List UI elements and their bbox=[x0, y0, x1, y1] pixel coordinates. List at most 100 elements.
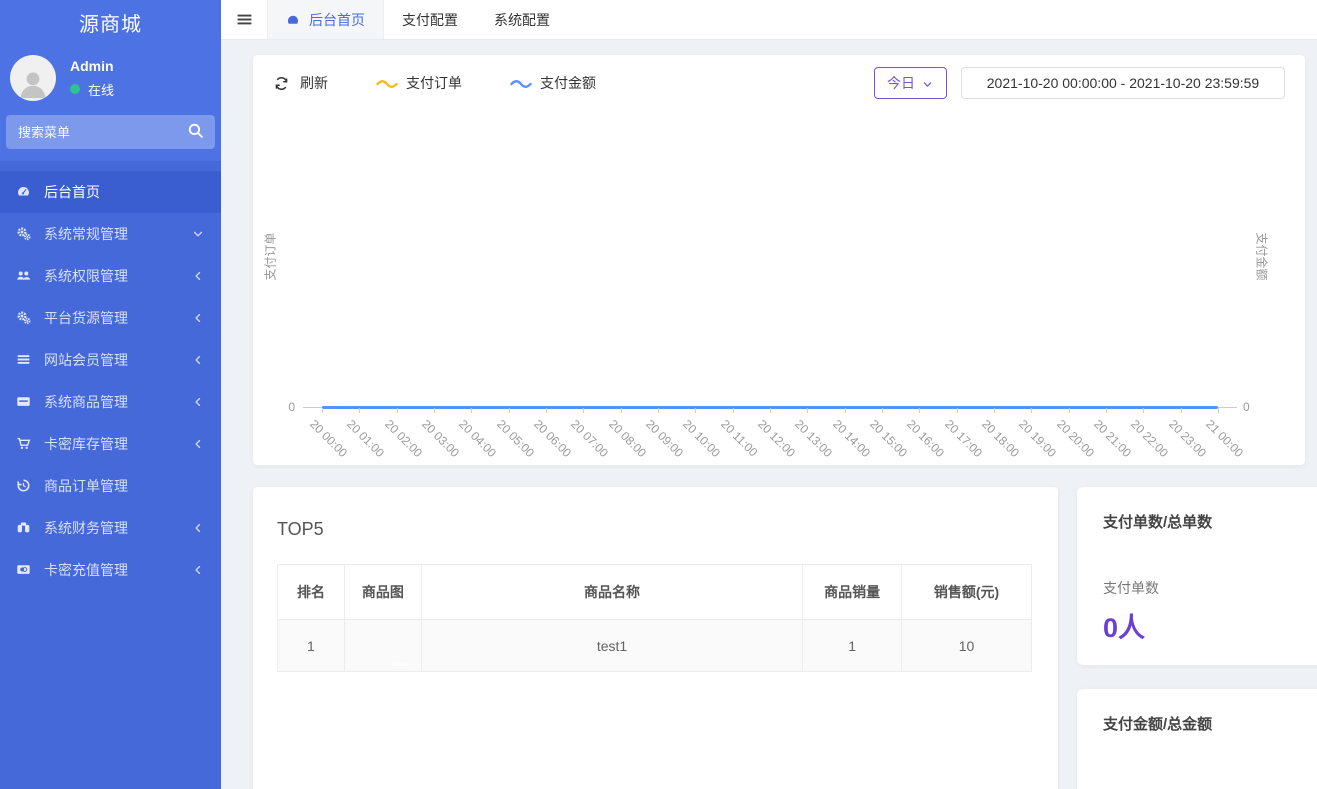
sidebar-item-label: 系统常规管理 bbox=[44, 224, 128, 244]
chevron-down-icon bbox=[192, 227, 205, 240]
search-input[interactable] bbox=[6, 115, 215, 149]
main-content: 刷新 支付订单 支付金额 今日 2021-10-20 00:00:00 - 202… bbox=[221, 40, 1317, 789]
sidebar-item-6[interactable]: 卡密库存管理 bbox=[0, 423, 221, 465]
date-range-preset-label: 今日 bbox=[887, 73, 915, 93]
x-axis-label: 20 20:00 bbox=[1054, 417, 1097, 460]
x-axis-tick bbox=[1069, 408, 1070, 413]
users-icon bbox=[16, 268, 34, 284]
x-axis-tick bbox=[770, 408, 771, 413]
chart-legend: 支付订单 支付金额 bbox=[328, 73, 596, 93]
x-axis-label: 20 06:00 bbox=[531, 417, 574, 460]
column-header-3: 商品销量 bbox=[803, 565, 902, 620]
line-chart: 支付订单 支付金额 0 0 20 00:0020 01:0020 02:0020… bbox=[253, 99, 1305, 465]
x-axis-tick bbox=[882, 408, 883, 413]
cell-rank: 1 bbox=[278, 620, 345, 672]
x-axis-label: 20 01:00 bbox=[344, 417, 387, 460]
x-axis-label: 20 00:00 bbox=[307, 417, 350, 460]
legend-item-0[interactable]: 支付订单 bbox=[376, 73, 462, 93]
sidebar-item-label: 平台货源管理 bbox=[44, 308, 128, 328]
stat-label: 支付单数 bbox=[1103, 578, 1307, 598]
x-axis-tick bbox=[1181, 408, 1182, 413]
x-axis-tick bbox=[322, 408, 323, 413]
cell-image bbox=[344, 620, 421, 672]
chevron-left-icon bbox=[192, 563, 205, 576]
tab-2[interactable]: 系统配置 bbox=[476, 0, 568, 39]
x-axis-tick bbox=[957, 408, 958, 413]
stat-card-1: 支付金额/总金额 bbox=[1077, 689, 1317, 789]
x-axis-label: 20 21:00 bbox=[1091, 417, 1134, 460]
refresh-button[interactable]: 刷新 bbox=[274, 73, 328, 93]
sidebar-item-7[interactable]: 商品订单管理 bbox=[0, 465, 221, 507]
chevron-left-icon bbox=[192, 437, 205, 450]
tab-label: 后台首页 bbox=[309, 10, 365, 30]
history-icon bbox=[16, 478, 34, 494]
column-header-1: 商品图 bbox=[344, 565, 421, 620]
cogs-icon bbox=[16, 226, 34, 242]
x-axis-label: 21 00:00 bbox=[1203, 417, 1246, 460]
wave-icon bbox=[510, 77, 532, 89]
chevron-left-icon bbox=[192, 521, 205, 534]
x-axis-label: 20 05:00 bbox=[494, 417, 537, 460]
x-axis-tick bbox=[658, 408, 659, 413]
sidebar-item-5[interactable]: 系统商品管理 bbox=[0, 381, 221, 423]
search-icon[interactable] bbox=[187, 122, 207, 142]
tachometer-icon bbox=[286, 13, 302, 27]
wave-icon bbox=[376, 77, 398, 89]
sidebar-item-2[interactable]: 系统权限管理 bbox=[0, 255, 221, 297]
chevron-left-icon bbox=[192, 395, 205, 408]
cell-sales: 1 bbox=[803, 620, 902, 672]
sidebar-item-8[interactable]: 系统财务管理 bbox=[0, 507, 221, 549]
chart-card: 刷新 支付订单 支付金额 今日 2021-10-20 00:00:00 - 202… bbox=[253, 55, 1305, 465]
user-panel: Admin 在线 bbox=[0, 49, 221, 115]
stat-card-title: 支付单数/总单数 bbox=[1103, 511, 1307, 532]
refresh-icon bbox=[274, 76, 291, 91]
left-axis-title: 支付订单 bbox=[262, 227, 279, 287]
x-axis-tick bbox=[994, 408, 995, 413]
x-axis-tick bbox=[509, 408, 510, 413]
sidebar-item-1[interactable]: 系统常规管理 bbox=[0, 213, 221, 255]
x-axis-tick bbox=[583, 408, 584, 413]
sidebar-item-3[interactable]: 平台货源管理 bbox=[0, 297, 221, 339]
list-icon bbox=[16, 352, 34, 368]
x-axis-label: 20 16:00 bbox=[904, 417, 947, 460]
x-axis-label: 20 03:00 bbox=[419, 417, 462, 460]
sidebar-item-4[interactable]: 网站会员管理 bbox=[0, 339, 221, 381]
sidebar-item-label: 后台首页 bbox=[44, 182, 100, 202]
x-axis-tick bbox=[695, 408, 696, 413]
legend-item-1[interactable]: 支付金额 bbox=[510, 73, 596, 93]
x-axis-label: 20 14:00 bbox=[830, 417, 873, 460]
stat-value: 0人 bbox=[1103, 606, 1307, 645]
cart-icon bbox=[16, 436, 34, 452]
refresh-label: 刷新 bbox=[300, 73, 328, 93]
tab-1[interactable]: 支付配置 bbox=[384, 0, 476, 39]
chevron-left-icon bbox=[192, 353, 205, 366]
x-axis-label: 20 18:00 bbox=[979, 417, 1022, 460]
sidebar-item-label: 网站会员管理 bbox=[44, 350, 128, 370]
chevron-left-icon bbox=[192, 311, 205, 324]
sidebar-item-9[interactable]: 卡密充值管理 bbox=[0, 549, 221, 591]
avatar[interactable] bbox=[10, 55, 56, 101]
hamburger-icon[interactable] bbox=[221, 0, 267, 39]
sidebar-header: 源商城 Admin 在线 bbox=[0, 0, 221, 161]
sidebar-item-label: 商品订单管理 bbox=[44, 476, 128, 496]
x-axis-label: 20 13:00 bbox=[792, 417, 835, 460]
user-status: 在线 bbox=[70, 80, 114, 99]
x-axis-label: 20 15:00 bbox=[867, 417, 910, 460]
x-axis-tick bbox=[1106, 408, 1107, 413]
binoculars-icon bbox=[16, 520, 34, 536]
x-axis-tick bbox=[807, 408, 808, 413]
date-range-preset-button[interactable]: 今日 bbox=[874, 67, 947, 99]
sidebar-item-0[interactable]: 后台首页 bbox=[0, 171, 221, 213]
topbar: 后台首页支付配置系统配置 bbox=[221, 0, 1317, 40]
x-axis-label: 20 11:00 bbox=[718, 417, 760, 459]
user-status-label: 在线 bbox=[88, 80, 114, 99]
tab-0[interactable]: 后台首页 bbox=[267, 0, 384, 39]
column-header-2: 商品名称 bbox=[421, 565, 802, 620]
cogs-icon bbox=[16, 310, 34, 326]
x-axis-tick bbox=[1031, 408, 1032, 413]
x-axis-label: 20 23:00 bbox=[1166, 417, 1209, 460]
date-range-input[interactable]: 2021-10-20 00:00:00 - 2021-10-20 23:59:5… bbox=[961, 67, 1285, 99]
top5-title: TOP5 bbox=[277, 519, 1034, 540]
app-logo: 源商城 bbox=[0, 0, 221, 49]
tachometer-icon bbox=[16, 184, 34, 200]
